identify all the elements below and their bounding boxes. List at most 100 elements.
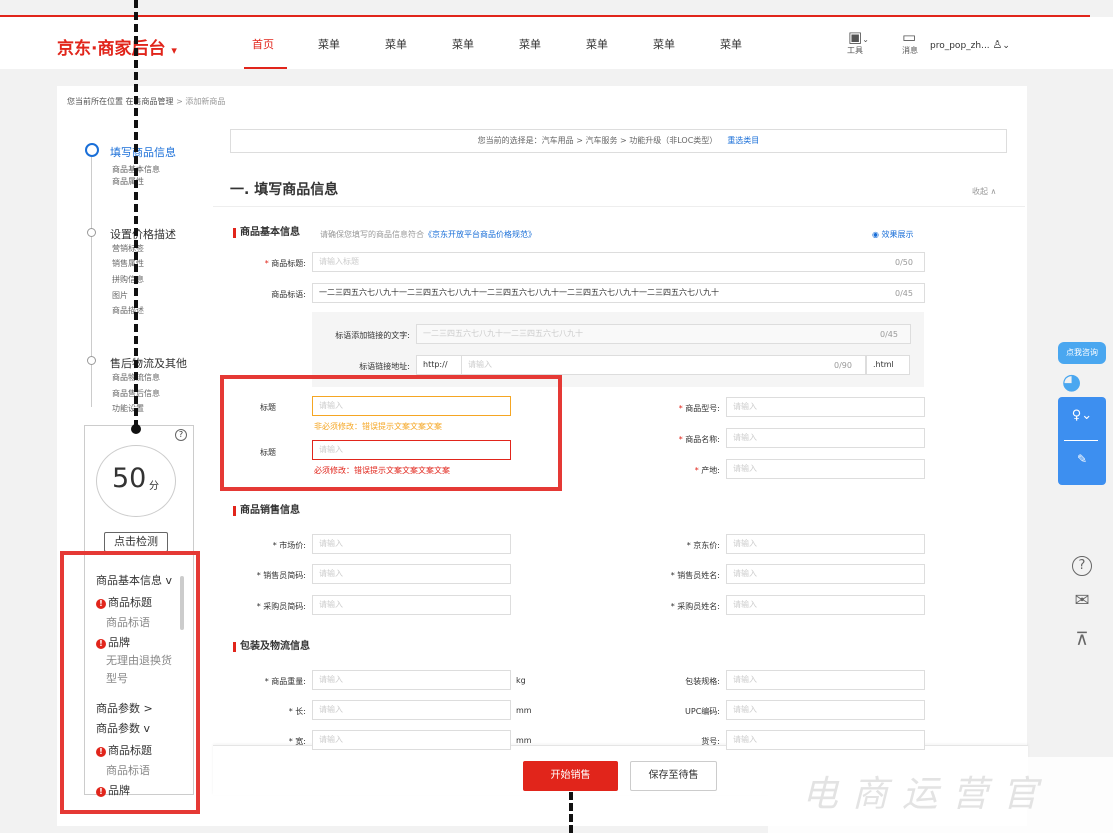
mail-icon[interactable]: ✉ xyxy=(1058,585,1106,617)
step-sub-item[interactable]: 拼购信息 xyxy=(112,274,144,286)
slogan-input[interactable]: 一二三四五六七八九十一二三四五六七八九十一二三四五六七八九十一二三四五六七八九十… xyxy=(312,283,925,303)
step-sub-item[interactable]: 商品属性 xyxy=(112,176,144,188)
message-icon[interactable]: ▭ xyxy=(902,28,916,46)
checklist-item-label: 品牌 xyxy=(108,784,130,797)
title-input[interactable]: 请输入标题 xyxy=(312,252,925,272)
step-active-circle xyxy=(85,143,99,157)
checklist-item-label: 商品标语 xyxy=(106,764,150,777)
logistics-heading: 包装及物流信息 xyxy=(233,642,310,652)
logistics-field-input[interactable]: 请输入 xyxy=(726,700,925,720)
logistics-field-input[interactable]: 请输入 xyxy=(726,670,925,690)
checklist-item[interactable]: 商品参数 > xyxy=(96,700,153,716)
check-button[interactable]: 点击检测 xyxy=(104,532,168,552)
pen-icon[interactable]: ✎ xyxy=(1058,452,1106,466)
checklist-item-label: 商品标题 xyxy=(108,596,152,609)
collapse-toggle[interactable]: 收起 ∧ xyxy=(972,186,996,197)
checklist-item[interactable]: 商品标语 xyxy=(106,762,150,778)
nav-menu-6[interactable]: 菜单 xyxy=(653,36,675,52)
sales-field-input[interactable]: 请输入 xyxy=(312,534,511,554)
title-label: * 商品标题: xyxy=(264,259,306,268)
lightbulb-icon[interactable]: ♀⌄ xyxy=(1058,408,1106,423)
nav-menu-1[interactable]: 菜单 xyxy=(318,36,340,52)
section-title: 一. 填写商品信息 xyxy=(230,182,339,198)
message-label[interactable]: 消息 xyxy=(902,45,918,56)
sales-field-label: * 京东价: xyxy=(686,541,720,550)
link-url-input[interactable]: 请输入 xyxy=(462,355,866,375)
section-divider xyxy=(213,206,1025,207)
checklist-item[interactable]: 商品基本信息 v xyxy=(96,572,172,588)
checklist-item[interactable]: ! 商品标题 xyxy=(96,742,152,758)
title-count: 0/50 xyxy=(895,258,913,267)
checklist-item[interactable]: ! 商品标题 xyxy=(96,594,152,610)
link-text-input[interactable]: 一二三四五六七八九十一二三四五六七八九十 xyxy=(416,324,911,344)
start-sale-button[interactable]: 开始销售 xyxy=(523,761,618,791)
nav-menu-2[interactable]: 菜单 xyxy=(385,36,407,52)
link-url-count: 0/90 xyxy=(834,361,852,370)
step-sub-item[interactable]: 营销标签 xyxy=(112,243,144,255)
user-menu[interactable]: pro_pop_zh... ♙⌄ xyxy=(930,38,1010,51)
checklist-item[interactable]: 商品标语 xyxy=(106,614,150,630)
checklist-item-label: 商品参数 v xyxy=(96,722,151,735)
help-circle-icon[interactable]: ? xyxy=(1058,548,1106,580)
highlight-box-demo-fields xyxy=(220,375,562,491)
help-icon[interactable]: ? xyxy=(175,429,187,441)
back-to-top-icon[interactable]: ⊼ xyxy=(1058,624,1106,656)
checklist-item[interactable]: ! 品牌 xyxy=(96,782,130,798)
model-input[interactable]: 请输入 xyxy=(726,397,925,417)
nav-menu-4[interactable]: 菜单 xyxy=(519,36,541,52)
logistics-field-input[interactable]: 请输入 xyxy=(726,730,925,750)
mascot-icon[interactable]: ◕ xyxy=(1062,370,1081,395)
step-sub-item[interactable]: 销售属性 xyxy=(112,258,144,270)
nav-menu-5[interactable]: 菜单 xyxy=(586,36,608,52)
sales-field-input[interactable]: 请输入 xyxy=(312,564,511,584)
sales-field-input[interactable]: 请输入 xyxy=(726,564,925,584)
link-url-suffix: .html xyxy=(866,355,910,375)
checklist-item[interactable]: 商品参数 v xyxy=(96,720,150,736)
step-price-desc[interactable]: 设置价格描述 xyxy=(110,226,176,242)
step-sub-item[interactable]: 功能设置 xyxy=(112,403,144,415)
tools-label[interactable]: 工具 xyxy=(847,45,863,56)
error-alert-icon: ! xyxy=(96,599,106,609)
slogan-label: 商品标语: xyxy=(271,290,306,299)
sales-field-input[interactable]: 请输入 xyxy=(312,595,511,615)
step-aftersale[interactable]: 售后物流及其他 xyxy=(110,355,187,371)
basic-info-hint: 请确保您填写的商品信息符合《京东开放平台商品价格规范》 xyxy=(320,230,536,239)
step-sub-item[interactable]: 图片 xyxy=(112,290,128,302)
watermark: 电商运营官 xyxy=(768,757,1113,833)
checklist-item[interactable]: ! 品牌 xyxy=(96,634,130,650)
product-name-input[interactable]: 请输入 xyxy=(726,428,925,448)
step-dot xyxy=(87,356,96,365)
app-logo[interactable]: 京东·商家后台 ▾ xyxy=(57,34,177,59)
toolbox-icon[interactable]: ▣⌄ xyxy=(848,28,869,46)
save-pending-button[interactable]: 保存至待售 xyxy=(630,761,717,791)
checklist-item-label: 商品参数 > xyxy=(96,702,153,715)
step-sub-item[interactable]: 商品描述 xyxy=(112,305,144,317)
score-value: 50 xyxy=(112,463,147,494)
consult-bubble[interactable]: 点我咨询 xyxy=(1058,342,1106,364)
logistics-field-input[interactable]: 请输入 xyxy=(312,700,511,720)
sales-field-label: * 采购员简码: xyxy=(256,602,306,611)
sales-field-input[interactable]: 请输入 xyxy=(726,595,925,615)
checklist-item-label: 型号 xyxy=(106,672,128,685)
sales-field-label: * 采购员姓名: xyxy=(670,602,720,611)
nav-home[interactable]: 首页 xyxy=(252,36,274,52)
price-rules-link[interactable]: 《京东开放平台商品价格规范》 xyxy=(424,230,536,239)
nav-menu-3[interactable]: 菜单 xyxy=(452,36,474,52)
logistics-field-label: 货号: xyxy=(701,737,720,746)
breadcrumb-prefix: 您当前所在位置 xyxy=(67,97,123,106)
error-alert-icon: ! xyxy=(96,787,106,797)
preview-link[interactable]: ◉ 效果展示 xyxy=(872,229,914,240)
step-connector-line xyxy=(91,157,92,407)
sales-field-label: * 销售员姓名: xyxy=(670,571,720,580)
logistics-field-label: * 长: xyxy=(288,707,306,716)
reselect-category-link[interactable]: 重选类目 xyxy=(727,136,759,145)
nav-menu-7[interactable]: 菜单 xyxy=(720,36,742,52)
logistics-field-input[interactable]: 请输入 xyxy=(312,730,511,750)
sales-field-input[interactable]: 请输入 xyxy=(726,534,925,554)
step-fill-info[interactable]: 填写商品信息 xyxy=(110,144,176,160)
checklist-item[interactable]: 型号 xyxy=(106,670,128,686)
origin-input[interactable]: 请输入 xyxy=(726,459,925,479)
breadcrumb-parent[interactable]: 在售商品管理 xyxy=(126,97,174,106)
checklist-item[interactable]: 无理由退换货 xyxy=(106,652,172,668)
logistics-field-input[interactable]: 请输入 xyxy=(312,670,511,690)
